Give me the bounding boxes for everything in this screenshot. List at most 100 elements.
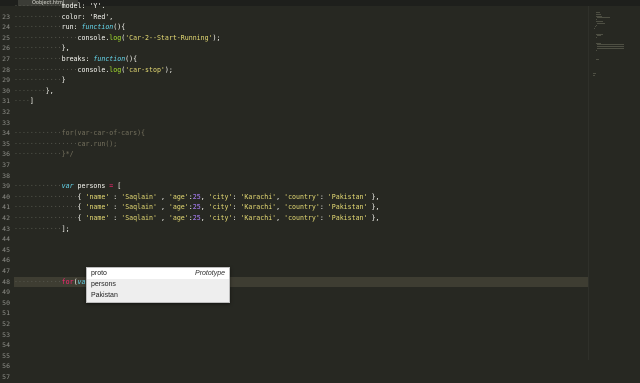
code-token: }*/	[62, 150, 74, 158]
line-number: 51	[0, 308, 10, 319]
code-line[interactable]	[14, 118, 588, 129]
code-token: ];	[62, 225, 70, 233]
code-token: :	[109, 193, 121, 201]
code-line[interactable]: ················console.log('car-stop');	[14, 65, 588, 76]
code-token: ,	[276, 203, 284, 211]
code-line[interactable]	[14, 245, 588, 256]
code-line[interactable]: ············}*/	[14, 149, 588, 160]
autocomplete-item[interactable]: proto Prototype	[87, 268, 229, 279]
line-number: 29	[0, 75, 10, 86]
code-token: ,	[276, 214, 284, 222]
code-line[interactable]	[14, 330, 588, 341]
code-token: ,	[157, 203, 169, 211]
minimap-line	[597, 48, 624, 49]
code-token: (){	[113, 23, 125, 31]
code-token: car.run();	[78, 140, 118, 148]
line-number: 53	[0, 330, 10, 341]
code-token: ················	[14, 193, 78, 201]
code-token: ············	[14, 225, 62, 233]
code-token: model: 'Y'.	[62, 2, 106, 10]
code-line[interactable]: ················car.run();	[14, 139, 588, 150]
code-token: 25	[193, 214, 201, 222]
line-number: 45	[0, 245, 10, 256]
code-token: 'name'	[85, 214, 109, 222]
code-token: 'age'	[169, 193, 189, 201]
code-token: console.	[78, 34, 110, 42]
code-line[interactable]	[14, 255, 588, 266]
code-token: ················	[14, 203, 78, 211]
code-token: ········	[14, 87, 46, 95]
line-number: 36	[0, 149, 10, 160]
code-line[interactable]: ················{ 'name' : 'Saqlain' , '…	[14, 213, 588, 224]
code-token: },	[46, 87, 54, 95]
line-number: 40	[0, 192, 10, 203]
code-line[interactable]: ····]	[14, 96, 588, 107]
line-number: 57	[0, 372, 10, 383]
code-line[interactable]	[14, 308, 588, 319]
line-number: 28	[0, 65, 10, 76]
code-line[interactable]	[14, 234, 588, 245]
code-token: ············	[14, 2, 62, 10]
code-token: run:	[62, 23, 82, 31]
autocomplete-item-label: proto	[91, 268, 107, 279]
line-number: 43	[0, 224, 10, 235]
code-line[interactable]: ············var persons = [	[14, 181, 588, 192]
line-number: 52	[0, 319, 10, 330]
code-token: persons	[74, 182, 110, 190]
autocomplete-item[interactable]: Pakistan	[87, 290, 229, 301]
code-token: 'age'	[169, 214, 189, 222]
code-line[interactable]	[14, 171, 588, 182]
code-token: 'Car-2--Start-Running'	[125, 34, 212, 42]
code-line[interactable]	[14, 107, 588, 118]
code-token: :	[320, 193, 328, 201]
code-line[interactable]: ············color: 'Red',	[14, 12, 588, 23]
code-token: ,	[201, 203, 209, 211]
line-number: 54	[0, 340, 10, 351]
code-line[interactable]: ········},	[14, 86, 588, 97]
code-token: 'city'	[209, 203, 233, 211]
code-line[interactable]	[14, 340, 588, 351]
code-token: ············	[14, 278, 62, 286]
code-token: 25	[193, 193, 201, 201]
minimap[interactable]	[588, 6, 640, 360]
autocomplete-popup: proto Prototype persons Pakistan	[86, 267, 230, 303]
code-token: (){	[125, 55, 137, 63]
code-line[interactable]: ············breaks: function(){	[14, 54, 588, 65]
line-number	[0, 1, 10, 12]
code-token: ················	[14, 66, 78, 74]
line-number: 23	[0, 12, 10, 23]
code-token: },	[368, 214, 380, 222]
code-token: ············	[14, 182, 62, 190]
code-token: color: 'Red',	[62, 13, 114, 21]
code-line[interactable]: ············];	[14, 224, 588, 235]
code-line[interactable]: ················{ 'name' : 'Saqlain' , '…	[14, 202, 588, 213]
code-editor[interactable]: ············model: 'Y'.············color…	[14, 0, 588, 360]
code-token: ,	[276, 193, 284, 201]
minimap-line	[596, 50, 597, 51]
minimap-line	[597, 23, 605, 24]
line-number: 56	[0, 361, 10, 372]
line-number: 24	[0, 22, 10, 33]
line-number: 42	[0, 213, 10, 224]
code-line[interactable]	[14, 319, 588, 330]
autocomplete-item[interactable]: persons	[87, 279, 229, 290]
line-number: 37	[0, 160, 10, 171]
code-token: 'country'	[284, 214, 320, 222]
code-line[interactable]: ············},	[14, 43, 588, 54]
line-number: 47	[0, 266, 10, 277]
code-line[interactable]: ················console.log('Car-2--Star…	[14, 33, 588, 44]
code-line[interactable]: ············model: 'Y'.	[14, 1, 588, 12]
line-number: 39	[0, 181, 10, 192]
code-line[interactable]: ············}	[14, 75, 588, 86]
code-token: 'city'	[209, 214, 233, 222]
line-number: 30	[0, 86, 10, 97]
code-token: },	[368, 203, 380, 211]
code-line[interactable]: ············for(var-car-of-cars){	[14, 128, 588, 139]
line-number: 41	[0, 202, 10, 213]
code-token: for(var-car-of-cars){	[62, 129, 145, 137]
code-token: 'car-stop'	[125, 66, 165, 74]
code-line[interactable]	[14, 160, 588, 171]
code-line[interactable]: ············run: function(){	[14, 22, 588, 33]
code-line[interactable]	[14, 351, 588, 360]
code-line[interactable]: ················{ 'name' : 'Saqlain' , '…	[14, 192, 588, 203]
